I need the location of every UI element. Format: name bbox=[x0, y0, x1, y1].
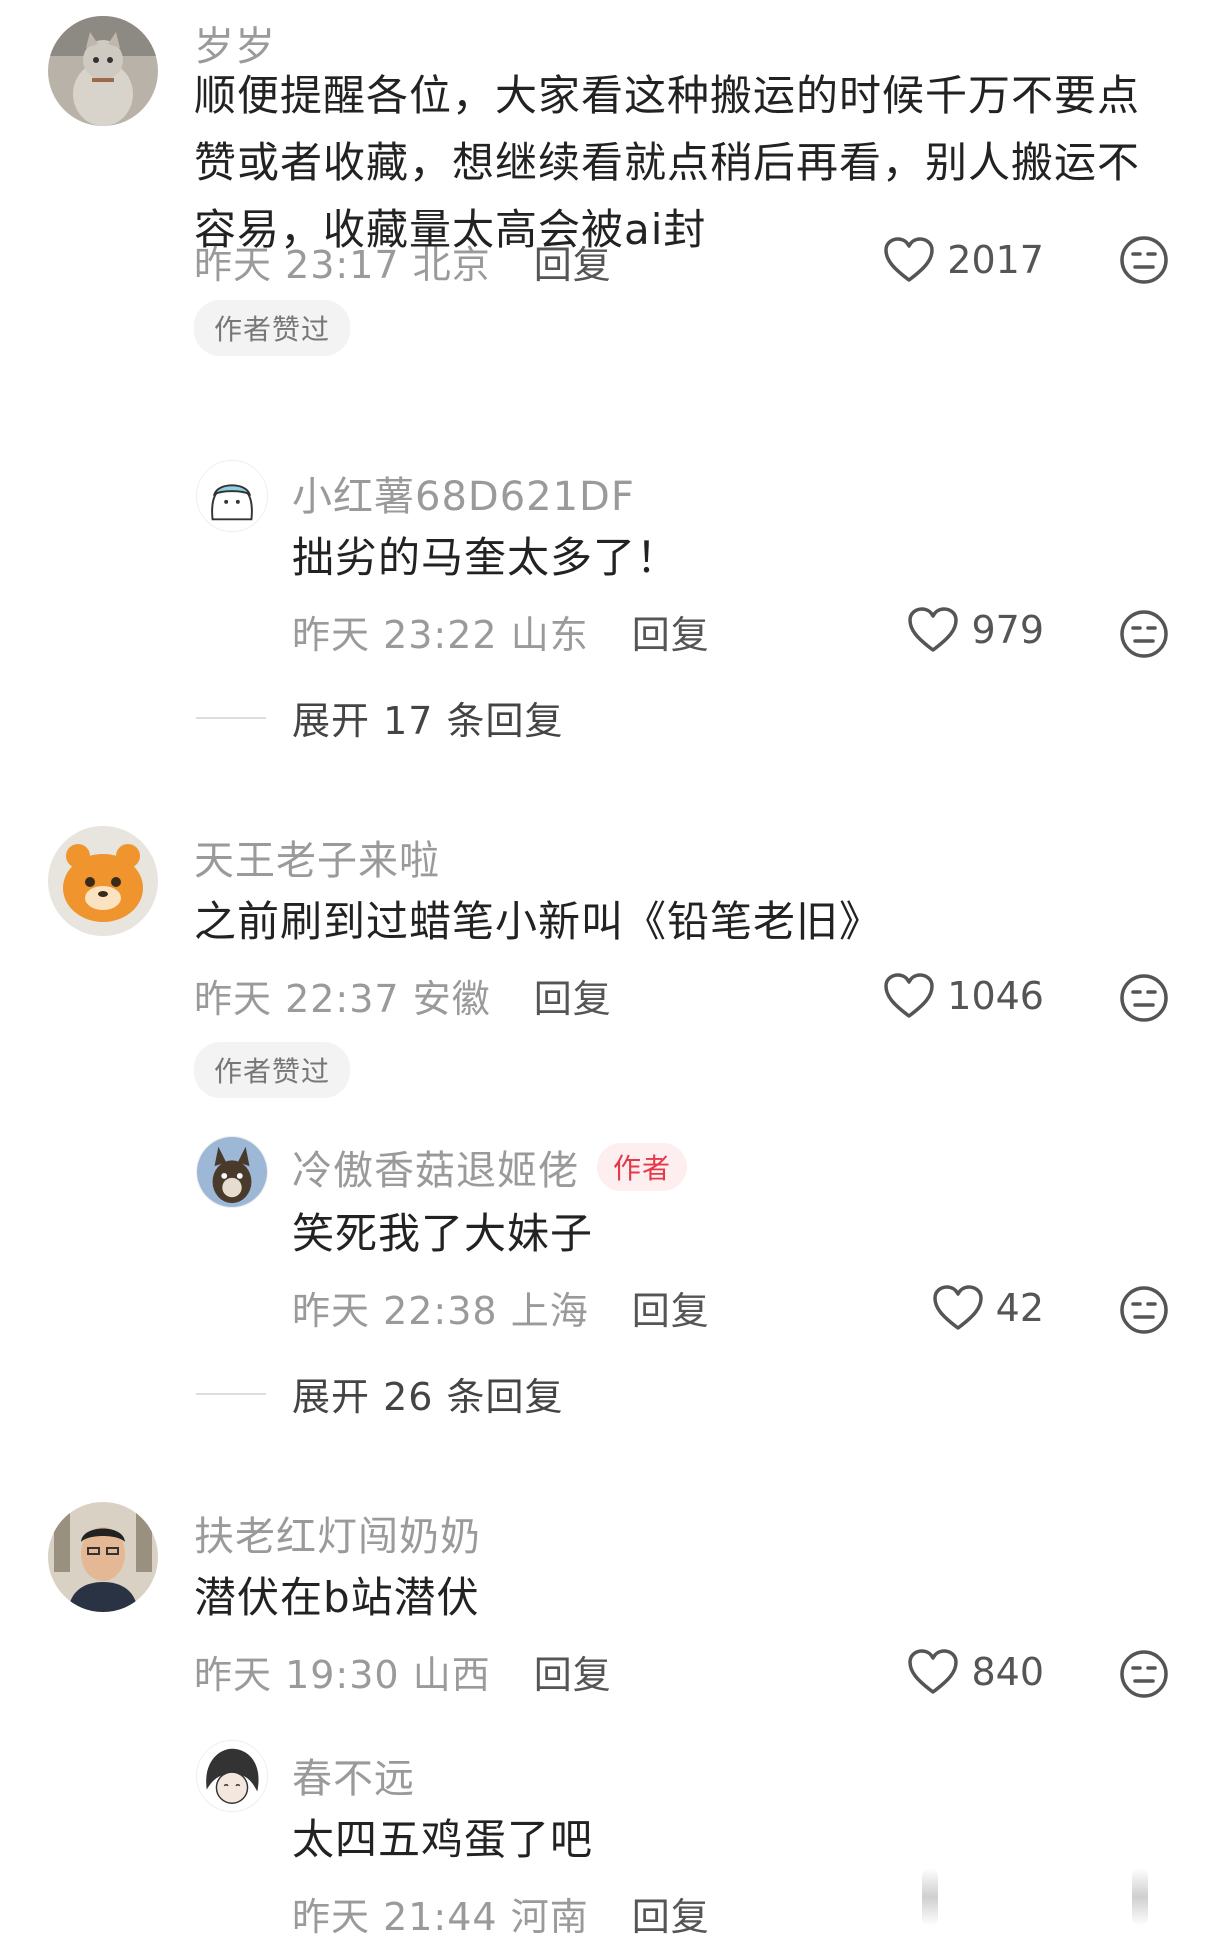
like-count: 1046 bbox=[947, 974, 1044, 1018]
reply-username-text: 冷傲香菇退姬佬 bbox=[292, 1148, 579, 1194]
expand-replies-label: 展开 26 条回复 bbox=[292, 1375, 564, 1419]
reply-meta: 昨天 21:44 河南 回复 bbox=[292, 1886, 710, 1941]
neutral-face-icon[interactable] bbox=[1118, 972, 1170, 1024]
like-count: 840 bbox=[971, 1650, 1044, 1694]
heart-icon bbox=[908, 607, 959, 652]
heart-icon bbox=[884, 237, 935, 282]
reply-text: 太四五鸡蛋了吧 bbox=[292, 1815, 594, 1864]
like-button[interactable]: 840 bbox=[907, 1648, 1044, 1696]
reply-text: 拙劣的马奎太多了！ bbox=[292, 533, 680, 582]
comment-time: 昨天 22:37 bbox=[194, 977, 400, 1021]
face-icon-partial bbox=[1132, 1868, 1148, 1926]
divider-line bbox=[196, 1392, 266, 1395]
like-button[interactable]: 1046 bbox=[883, 972, 1044, 1020]
comment-location: 安徽 bbox=[412, 977, 491, 1021]
like-button[interactable]: 979 bbox=[907, 606, 1044, 654]
reply-time: 昨天 23:22 bbox=[292, 613, 498, 657]
reply-time: 昨天 22:38 bbox=[292, 1289, 498, 1333]
neutral-face-icon[interactable] bbox=[1118, 1284, 1170, 1336]
comment-meta: 昨天 23:17 北京 回复 bbox=[194, 234, 612, 289]
reply-button[interactable]: 回复 bbox=[632, 1895, 710, 1939]
comment-time: 昨天 19:30 bbox=[194, 1653, 400, 1697]
expand-replies-label: 展开 17 条回复 bbox=[292, 699, 564, 743]
reply-location: 上海 bbox=[510, 1289, 589, 1333]
reply-button[interactable]: 回复 bbox=[534, 1653, 612, 1697]
comment-meta: 昨天 19:30 山西 回复 bbox=[194, 1644, 612, 1699]
comment-meta: 昨天 22:37 安徽 回复 bbox=[194, 968, 612, 1023]
reply-button[interactable]: 回复 bbox=[632, 613, 710, 657]
author-liked-badge: 作者赞过 bbox=[194, 300, 351, 356]
reply-text: 笑死我了大妹子 bbox=[292, 1209, 594, 1258]
avatar-orange-plush[interactable] bbox=[48, 826, 158, 936]
author-liked-badge: 作者赞过 bbox=[194, 1042, 351, 1098]
like-icon-partial bbox=[922, 1868, 938, 1926]
avatar-animal[interactable] bbox=[196, 1136, 268, 1208]
heart-icon bbox=[884, 973, 935, 1018]
neutral-face-icon[interactable] bbox=[1118, 234, 1170, 286]
comment-location: 山西 bbox=[412, 1653, 491, 1697]
comment-text: 顺便提醒各位，大家看这种搬运的时候千万不要点赞或者收藏，想继续看就点稍后再看，别… bbox=[194, 71, 1141, 254]
comment-text: 潜伏在b站潜伏 bbox=[194, 1573, 480, 1622]
avatar-cat[interactable] bbox=[48, 16, 158, 126]
reply-location: 河南 bbox=[510, 1895, 589, 1939]
expand-replies-button[interactable]: 展开 17 条回复 bbox=[196, 690, 564, 745]
reply-meta: 昨天 23:22 山东 回复 bbox=[292, 604, 710, 659]
reply-button[interactable]: 回复 bbox=[632, 1289, 710, 1333]
like-count: 42 bbox=[995, 1286, 1044, 1330]
neutral-face-icon[interactable] bbox=[1118, 608, 1170, 660]
comment-location: 北京 bbox=[412, 243, 491, 287]
like-count: 979 bbox=[971, 608, 1044, 652]
neutral-face-icon[interactable] bbox=[1118, 1648, 1170, 1700]
reply-button[interactable]: 回复 bbox=[534, 243, 612, 287]
expand-replies-button[interactable]: 展开 26 条回复 bbox=[196, 1366, 564, 1421]
heart-icon bbox=[932, 1285, 983, 1330]
avatar-cartoon[interactable] bbox=[196, 460, 268, 532]
author-tag: 作者 bbox=[597, 1143, 688, 1191]
divider-line bbox=[196, 716, 266, 719]
like-count: 2017 bbox=[947, 238, 1044, 282]
reply-button[interactable]: 回复 bbox=[534, 977, 612, 1021]
comment-username[interactable]: 扶老红灯闯奶奶 bbox=[194, 1504, 481, 1562]
reply-username[interactable]: 小红薯68D621DF bbox=[292, 464, 635, 522]
comment-username[interactable]: 天王老子来啦 bbox=[194, 828, 440, 886]
reply-time: 昨天 21:44 bbox=[292, 1895, 498, 1939]
reply-meta: 昨天 22:38 上海 回复 bbox=[292, 1280, 710, 1335]
heart-icon bbox=[908, 1649, 959, 1694]
like-button[interactable]: 42 bbox=[932, 1284, 1044, 1332]
avatar-man-calligraphy[interactable] bbox=[48, 1502, 158, 1612]
avatar-drawn-girl[interactable] bbox=[196, 1740, 268, 1812]
reply-username[interactable]: 春不远 bbox=[292, 1746, 415, 1804]
comment-text: 之前刷到过蜡笔小新叫《铅笔老旧》 bbox=[194, 897, 883, 946]
reply-username[interactable]: 冷傲香菇退姬佬 作者 bbox=[292, 1138, 688, 1196]
reply-location: 山东 bbox=[510, 613, 589, 657]
comment-time: 昨天 23:17 bbox=[194, 243, 400, 287]
like-button[interactable]: 2017 bbox=[883, 236, 1044, 284]
